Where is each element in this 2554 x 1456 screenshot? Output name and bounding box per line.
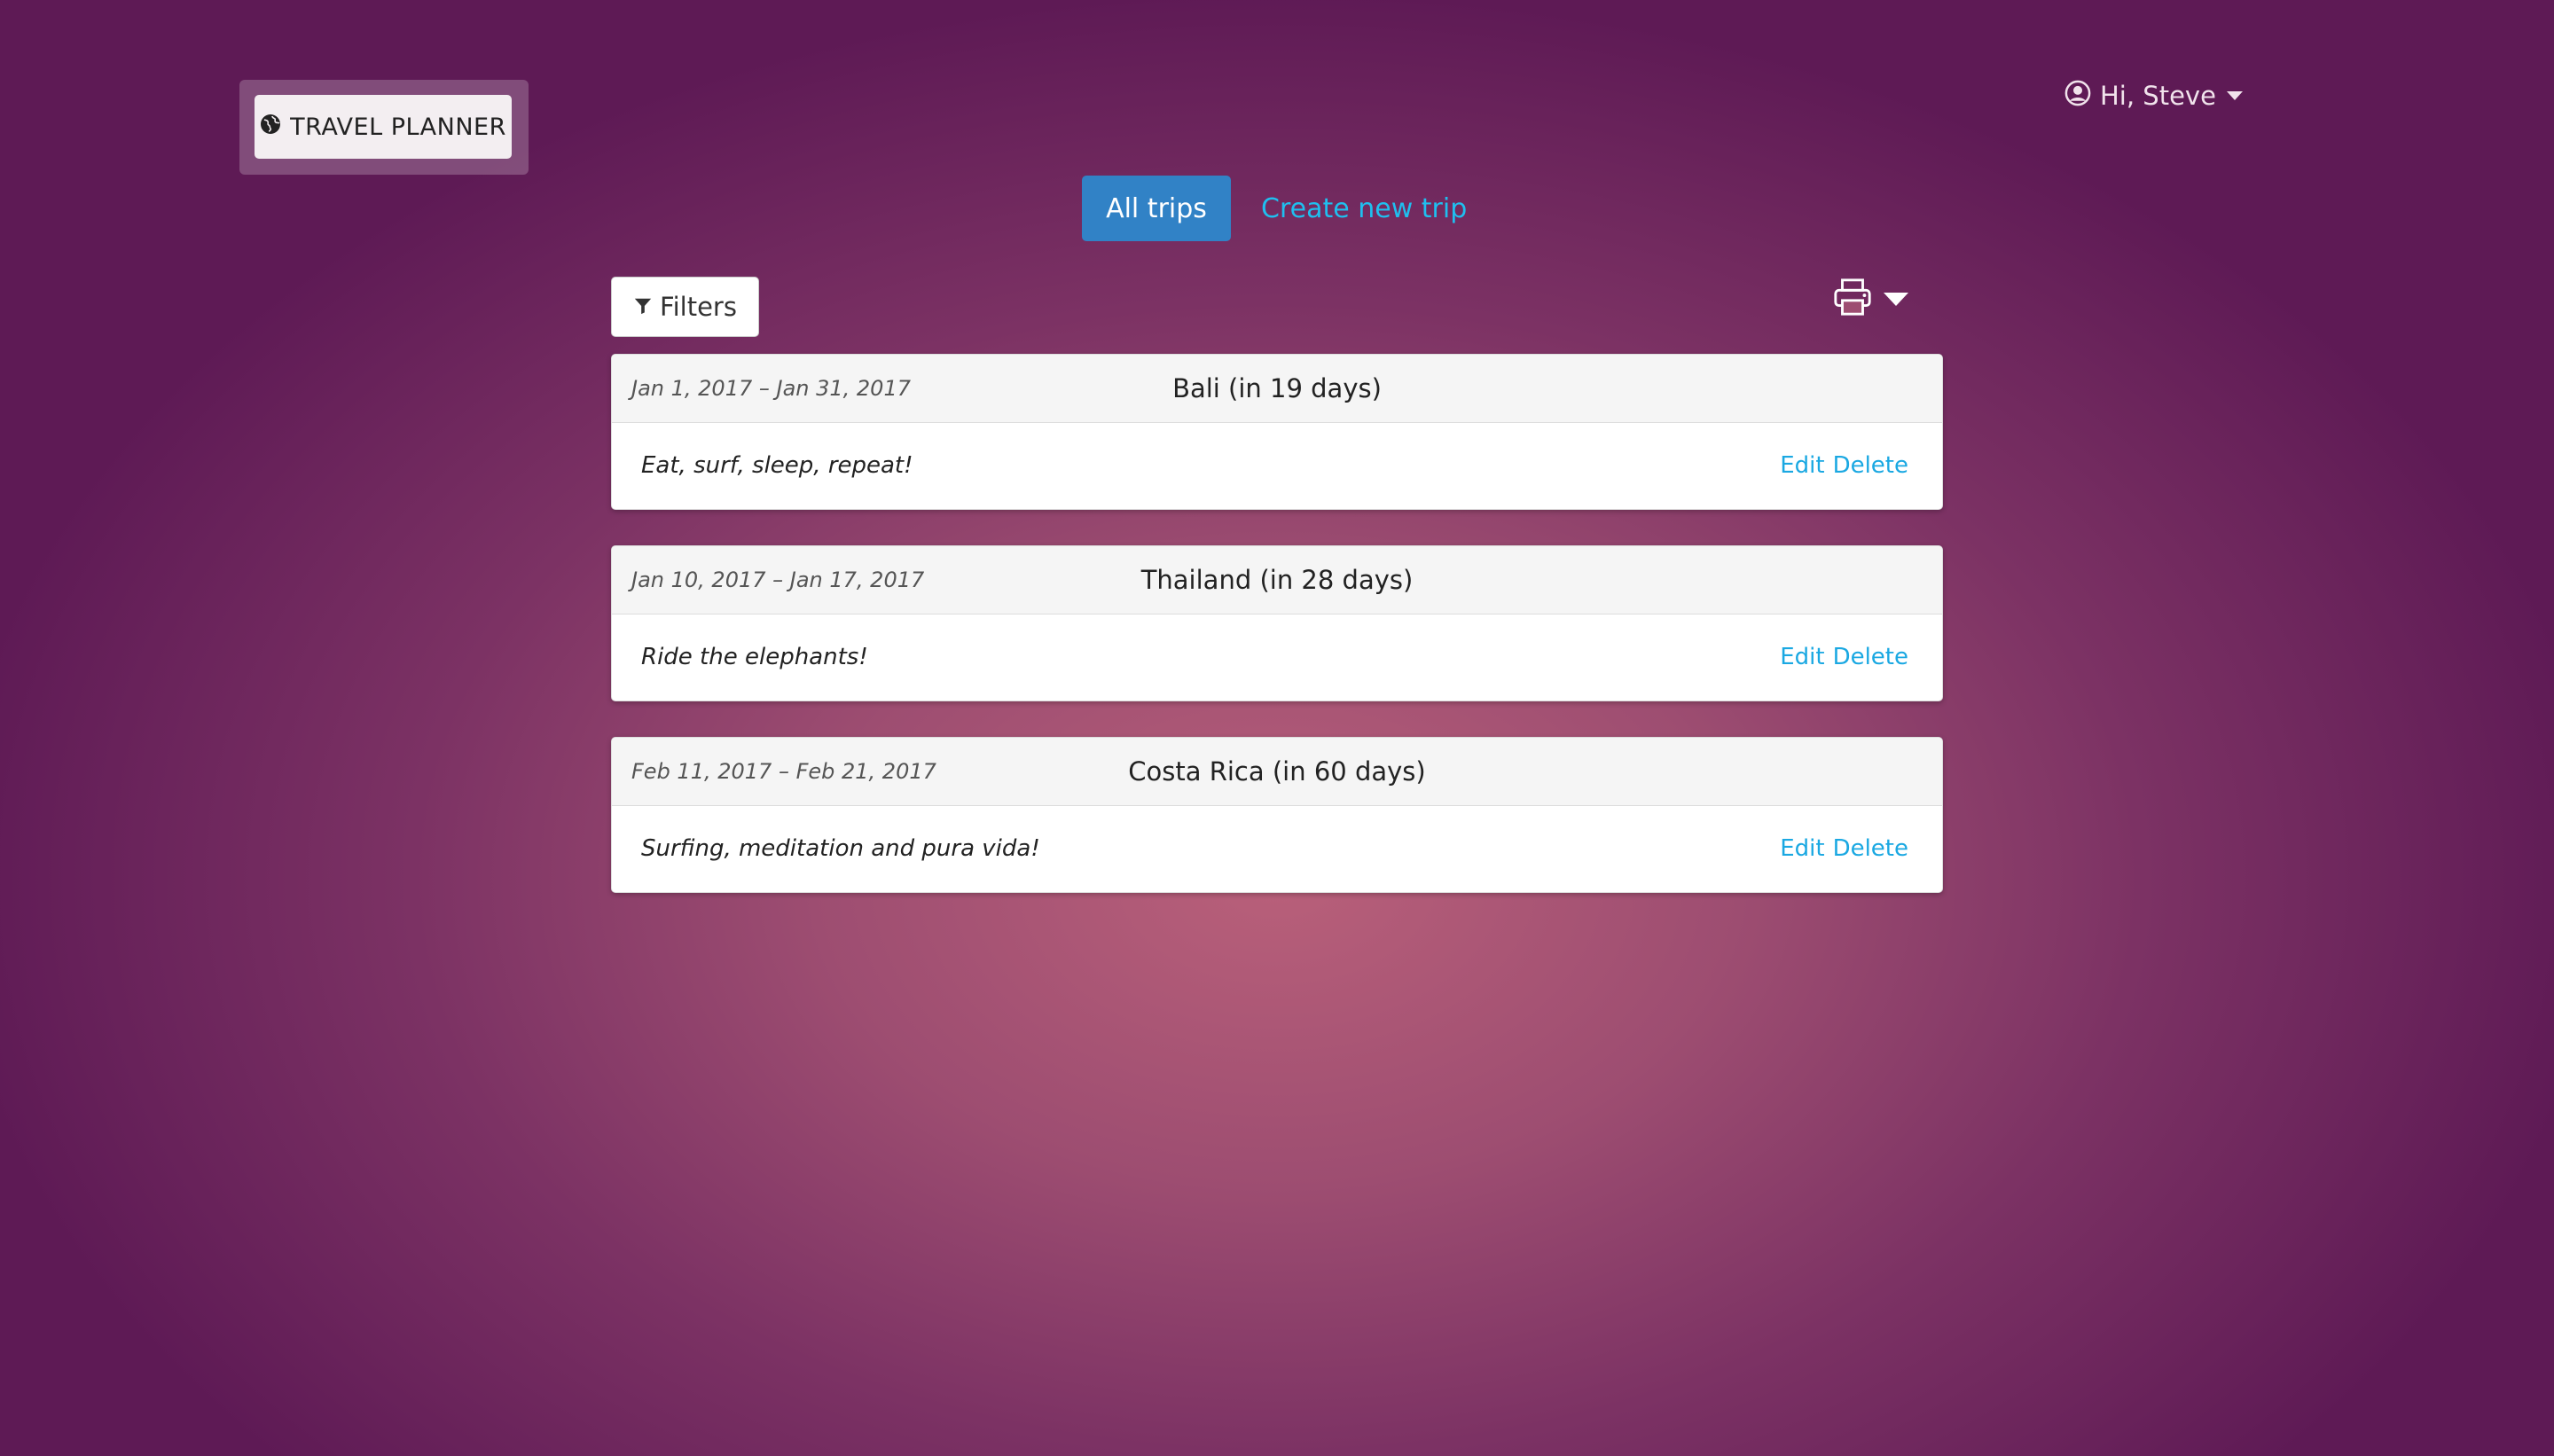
trip-description: Surfing, meditation and pura vida! xyxy=(641,835,1040,862)
brand-button[interactable]: TRAVEL PLANNER xyxy=(255,95,512,159)
trip-body: Ride the elephants! Edit Delete xyxy=(612,614,1942,701)
trip-list: Jan 1, 2017 – Jan 31, 2017 Bali (in 19 d… xyxy=(611,354,1943,928)
filters-button[interactable]: Filters xyxy=(611,277,759,337)
trip-title: Costa Rica (in 60 days) xyxy=(1128,756,1426,787)
print-dropdown-button[interactable] xyxy=(1832,277,1908,321)
brand-container: TRAVEL PLANNER xyxy=(239,80,529,175)
trip-body: Surfing, meditation and pura vida! Edit D… xyxy=(612,806,1942,892)
trip-header: Jan 10, 2017 – Jan 17, 2017 Thailand (in… xyxy=(612,546,1942,614)
brand-label: TRAVEL PLANNER xyxy=(290,113,506,141)
filters-label: Filters xyxy=(660,292,737,322)
edit-link[interactable]: Edit xyxy=(1780,644,1824,670)
trip-description: Eat, surf, sleep, repeat! xyxy=(641,452,913,479)
trip-description: Ride the elephants! xyxy=(641,644,868,670)
chevron-down-icon xyxy=(2226,91,2243,100)
trip-actions: Edit Delete xyxy=(1780,423,1908,509)
trip-title: Thailand (in 28 days) xyxy=(1140,565,1414,595)
trip-header: Jan 1, 2017 – Jan 31, 2017 Bali (in 19 d… xyxy=(612,355,1942,423)
edit-link[interactable]: Edit xyxy=(1780,452,1824,479)
globe-icon xyxy=(260,114,281,141)
chevron-down-icon xyxy=(1884,292,1908,306)
filter-icon xyxy=(633,292,653,322)
trip-card: Feb 11, 2017 – Feb 21, 2017 Costa Rica (… xyxy=(611,737,1943,893)
tab-all-trips[interactable]: All trips xyxy=(1082,176,1231,241)
trip-actions: Edit Delete xyxy=(1780,614,1908,701)
delete-link[interactable]: Delete xyxy=(1833,835,1908,862)
create-trip-link[interactable]: Create new trip xyxy=(1261,193,1467,224)
edit-link[interactable]: Edit xyxy=(1780,835,1824,862)
user-menu[interactable]: Hi, Steve xyxy=(2064,78,2243,114)
trip-actions: Edit Delete xyxy=(1780,806,1908,892)
user-greeting: Hi, Steve xyxy=(2100,81,2216,111)
trip-card: Jan 1, 2017 – Jan 31, 2017 Bali (in 19 d… xyxy=(611,354,1943,510)
trip-title: Bali (in 19 days) xyxy=(1172,373,1382,403)
trip-body: Eat, surf, sleep, repeat! Edit Delete xyxy=(612,423,1942,509)
trip-header: Feb 11, 2017 – Feb 21, 2017 Costa Rica (… xyxy=(612,738,1942,806)
delete-link[interactable]: Delete xyxy=(1833,644,1908,670)
user-circle-icon xyxy=(2064,80,2091,113)
delete-link[interactable]: Delete xyxy=(1833,452,1908,479)
main-nav: All trips Create new trip xyxy=(1082,176,1467,241)
printer-icon xyxy=(1832,277,1873,321)
trip-card: Jan 10, 2017 – Jan 17, 2017 Thailand (in… xyxy=(611,545,1943,701)
